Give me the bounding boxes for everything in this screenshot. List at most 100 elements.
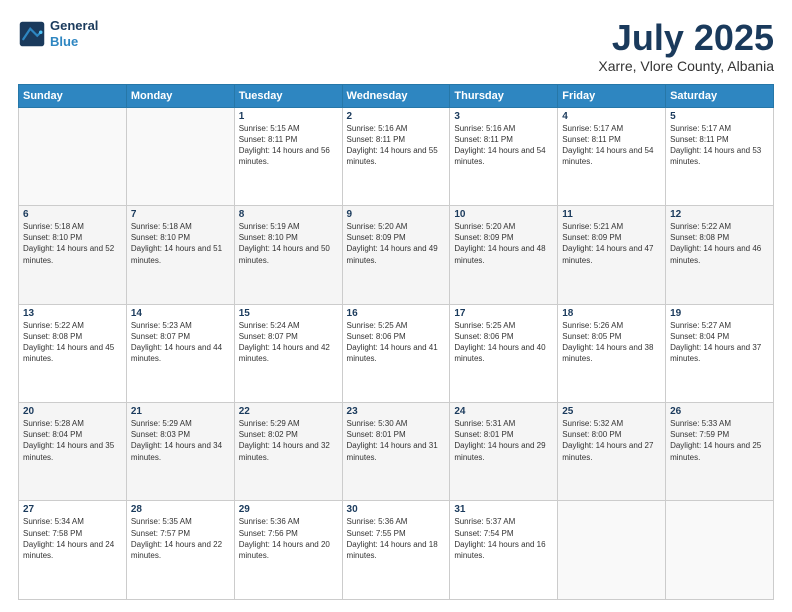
week-row-3: 13Sunrise: 5:22 AMSunset: 8:08 PMDayligh… bbox=[19, 304, 774, 402]
table-row: 12Sunrise: 5:22 AMSunset: 8:08 PMDayligh… bbox=[666, 206, 774, 304]
table-row: 4Sunrise: 5:17 AMSunset: 8:11 PMDaylight… bbox=[558, 107, 666, 205]
col-monday: Monday bbox=[126, 84, 234, 107]
cell-info: Sunrise: 5:20 AMSunset: 8:09 PMDaylight:… bbox=[454, 221, 553, 266]
day-number: 9 bbox=[347, 209, 446, 220]
table-row: 13Sunrise: 5:22 AMSunset: 8:08 PMDayligh… bbox=[19, 304, 127, 402]
table-row: 1Sunrise: 5:15 AMSunset: 8:11 PMDaylight… bbox=[234, 107, 342, 205]
table-row bbox=[558, 501, 666, 600]
day-number: 29 bbox=[239, 504, 338, 515]
day-number: 17 bbox=[454, 308, 553, 319]
table-row: 26Sunrise: 5:33 AMSunset: 7:59 PMDayligh… bbox=[666, 403, 774, 501]
location: Xarre, Vlore County, Albania bbox=[598, 58, 774, 74]
table-row: 11Sunrise: 5:21 AMSunset: 8:09 PMDayligh… bbox=[558, 206, 666, 304]
cell-info: Sunrise: 5:21 AMSunset: 8:09 PMDaylight:… bbox=[562, 221, 661, 266]
table-row: 19Sunrise: 5:27 AMSunset: 8:04 PMDayligh… bbox=[666, 304, 774, 402]
table-row: 8Sunrise: 5:19 AMSunset: 8:10 PMDaylight… bbox=[234, 206, 342, 304]
table-row: 22Sunrise: 5:29 AMSunset: 8:02 PMDayligh… bbox=[234, 403, 342, 501]
day-number: 4 bbox=[562, 111, 661, 122]
table-row: 16Sunrise: 5:25 AMSunset: 8:06 PMDayligh… bbox=[342, 304, 450, 402]
week-row-4: 20Sunrise: 5:28 AMSunset: 8:04 PMDayligh… bbox=[19, 403, 774, 501]
table-row: 24Sunrise: 5:31 AMSunset: 8:01 PMDayligh… bbox=[450, 403, 558, 501]
logo-icon bbox=[18, 20, 46, 48]
table-row: 17Sunrise: 5:25 AMSunset: 8:06 PMDayligh… bbox=[450, 304, 558, 402]
cell-info: Sunrise: 5:36 AMSunset: 7:56 PMDaylight:… bbox=[239, 516, 338, 561]
table-row: 6Sunrise: 5:18 AMSunset: 8:10 PMDaylight… bbox=[19, 206, 127, 304]
table-row: 5Sunrise: 5:17 AMSunset: 8:11 PMDaylight… bbox=[666, 107, 774, 205]
cell-info: Sunrise: 5:17 AMSunset: 8:11 PMDaylight:… bbox=[670, 123, 769, 168]
col-thursday: Thursday bbox=[450, 84, 558, 107]
cell-info: Sunrise: 5:31 AMSunset: 8:01 PMDaylight:… bbox=[454, 418, 553, 463]
table-row: 31Sunrise: 5:37 AMSunset: 7:54 PMDayligh… bbox=[450, 501, 558, 600]
cell-info: Sunrise: 5:29 AMSunset: 8:03 PMDaylight:… bbox=[131, 418, 230, 463]
cell-info: Sunrise: 5:16 AMSunset: 8:11 PMDaylight:… bbox=[347, 123, 446, 168]
table-row: 14Sunrise: 5:23 AMSunset: 8:07 PMDayligh… bbox=[126, 304, 234, 402]
day-number: 1 bbox=[239, 111, 338, 122]
cell-info: Sunrise: 5:28 AMSunset: 8:04 PMDaylight:… bbox=[23, 418, 122, 463]
table-row: 30Sunrise: 5:36 AMSunset: 7:55 PMDayligh… bbox=[342, 501, 450, 600]
cell-info: Sunrise: 5:15 AMSunset: 8:11 PMDaylight:… bbox=[239, 123, 338, 168]
cell-info: Sunrise: 5:34 AMSunset: 7:58 PMDaylight:… bbox=[23, 516, 122, 561]
cell-info: Sunrise: 5:32 AMSunset: 8:00 PMDaylight:… bbox=[562, 418, 661, 463]
cell-info: Sunrise: 5:25 AMSunset: 8:06 PMDaylight:… bbox=[347, 320, 446, 365]
cell-info: Sunrise: 5:24 AMSunset: 8:07 PMDaylight:… bbox=[239, 320, 338, 365]
week-row-2: 6Sunrise: 5:18 AMSunset: 8:10 PMDaylight… bbox=[19, 206, 774, 304]
cell-info: Sunrise: 5:37 AMSunset: 7:54 PMDaylight:… bbox=[454, 516, 553, 561]
day-number: 24 bbox=[454, 406, 553, 417]
table-row bbox=[666, 501, 774, 600]
day-number: 3 bbox=[454, 111, 553, 122]
cell-info: Sunrise: 5:30 AMSunset: 8:01 PMDaylight:… bbox=[347, 418, 446, 463]
day-number: 15 bbox=[239, 308, 338, 319]
cell-info: Sunrise: 5:16 AMSunset: 8:11 PMDaylight:… bbox=[454, 123, 553, 168]
day-number: 27 bbox=[23, 504, 122, 515]
day-number: 6 bbox=[23, 209, 122, 220]
cell-info: Sunrise: 5:23 AMSunset: 8:07 PMDaylight:… bbox=[131, 320, 230, 365]
table-row: 15Sunrise: 5:24 AMSunset: 8:07 PMDayligh… bbox=[234, 304, 342, 402]
col-friday: Friday bbox=[558, 84, 666, 107]
cell-info: Sunrise: 5:33 AMSunset: 7:59 PMDaylight:… bbox=[670, 418, 769, 463]
day-number: 23 bbox=[347, 406, 446, 417]
col-tuesday: Tuesday bbox=[234, 84, 342, 107]
day-number: 14 bbox=[131, 308, 230, 319]
col-wednesday: Wednesday bbox=[342, 84, 450, 107]
table-row: 28Sunrise: 5:35 AMSunset: 7:57 PMDayligh… bbox=[126, 501, 234, 600]
day-number: 19 bbox=[670, 308, 769, 319]
title-block: July 2025 Xarre, Vlore County, Albania bbox=[598, 18, 774, 74]
day-number: 25 bbox=[562, 406, 661, 417]
cell-info: Sunrise: 5:22 AMSunset: 8:08 PMDaylight:… bbox=[670, 221, 769, 266]
cell-info: Sunrise: 5:27 AMSunset: 8:04 PMDaylight:… bbox=[670, 320, 769, 365]
table-row bbox=[126, 107, 234, 205]
cell-info: Sunrise: 5:17 AMSunset: 8:11 PMDaylight:… bbox=[562, 123, 661, 168]
logo-text: General Blue bbox=[50, 18, 98, 49]
day-number: 18 bbox=[562, 308, 661, 319]
cell-info: Sunrise: 5:18 AMSunset: 8:10 PMDaylight:… bbox=[23, 221, 122, 266]
table-row: 9Sunrise: 5:20 AMSunset: 8:09 PMDaylight… bbox=[342, 206, 450, 304]
day-number: 26 bbox=[670, 406, 769, 417]
day-number: 5 bbox=[670, 111, 769, 122]
day-number: 21 bbox=[131, 406, 230, 417]
table-row: 3Sunrise: 5:16 AMSunset: 8:11 PMDaylight… bbox=[450, 107, 558, 205]
table-row: 18Sunrise: 5:26 AMSunset: 8:05 PMDayligh… bbox=[558, 304, 666, 402]
table-row: 10Sunrise: 5:20 AMSunset: 8:09 PMDayligh… bbox=[450, 206, 558, 304]
logo-line1: General bbox=[50, 18, 98, 34]
day-number: 13 bbox=[23, 308, 122, 319]
page: General Blue July 2025 Xarre, Vlore Coun… bbox=[0, 0, 792, 612]
logo: General Blue bbox=[18, 18, 98, 49]
header: General Blue July 2025 Xarre, Vlore Coun… bbox=[18, 18, 774, 74]
day-number: 7 bbox=[131, 209, 230, 220]
table-row: 29Sunrise: 5:36 AMSunset: 7:56 PMDayligh… bbox=[234, 501, 342, 600]
cell-info: Sunrise: 5:19 AMSunset: 8:10 PMDaylight:… bbox=[239, 221, 338, 266]
day-number: 11 bbox=[562, 209, 661, 220]
day-number: 16 bbox=[347, 308, 446, 319]
table-row: 23Sunrise: 5:30 AMSunset: 8:01 PMDayligh… bbox=[342, 403, 450, 501]
col-sunday: Sunday bbox=[19, 84, 127, 107]
logo-line2: Blue bbox=[50, 34, 78, 49]
day-number: 12 bbox=[670, 209, 769, 220]
day-number: 20 bbox=[23, 406, 122, 417]
calendar-table: Sunday Monday Tuesday Wednesday Thursday… bbox=[18, 84, 774, 600]
day-number: 10 bbox=[454, 209, 553, 220]
col-saturday: Saturday bbox=[666, 84, 774, 107]
week-row-5: 27Sunrise: 5:34 AMSunset: 7:58 PMDayligh… bbox=[19, 501, 774, 600]
table-row: 21Sunrise: 5:29 AMSunset: 8:03 PMDayligh… bbox=[126, 403, 234, 501]
day-number: 28 bbox=[131, 504, 230, 515]
day-number: 2 bbox=[347, 111, 446, 122]
